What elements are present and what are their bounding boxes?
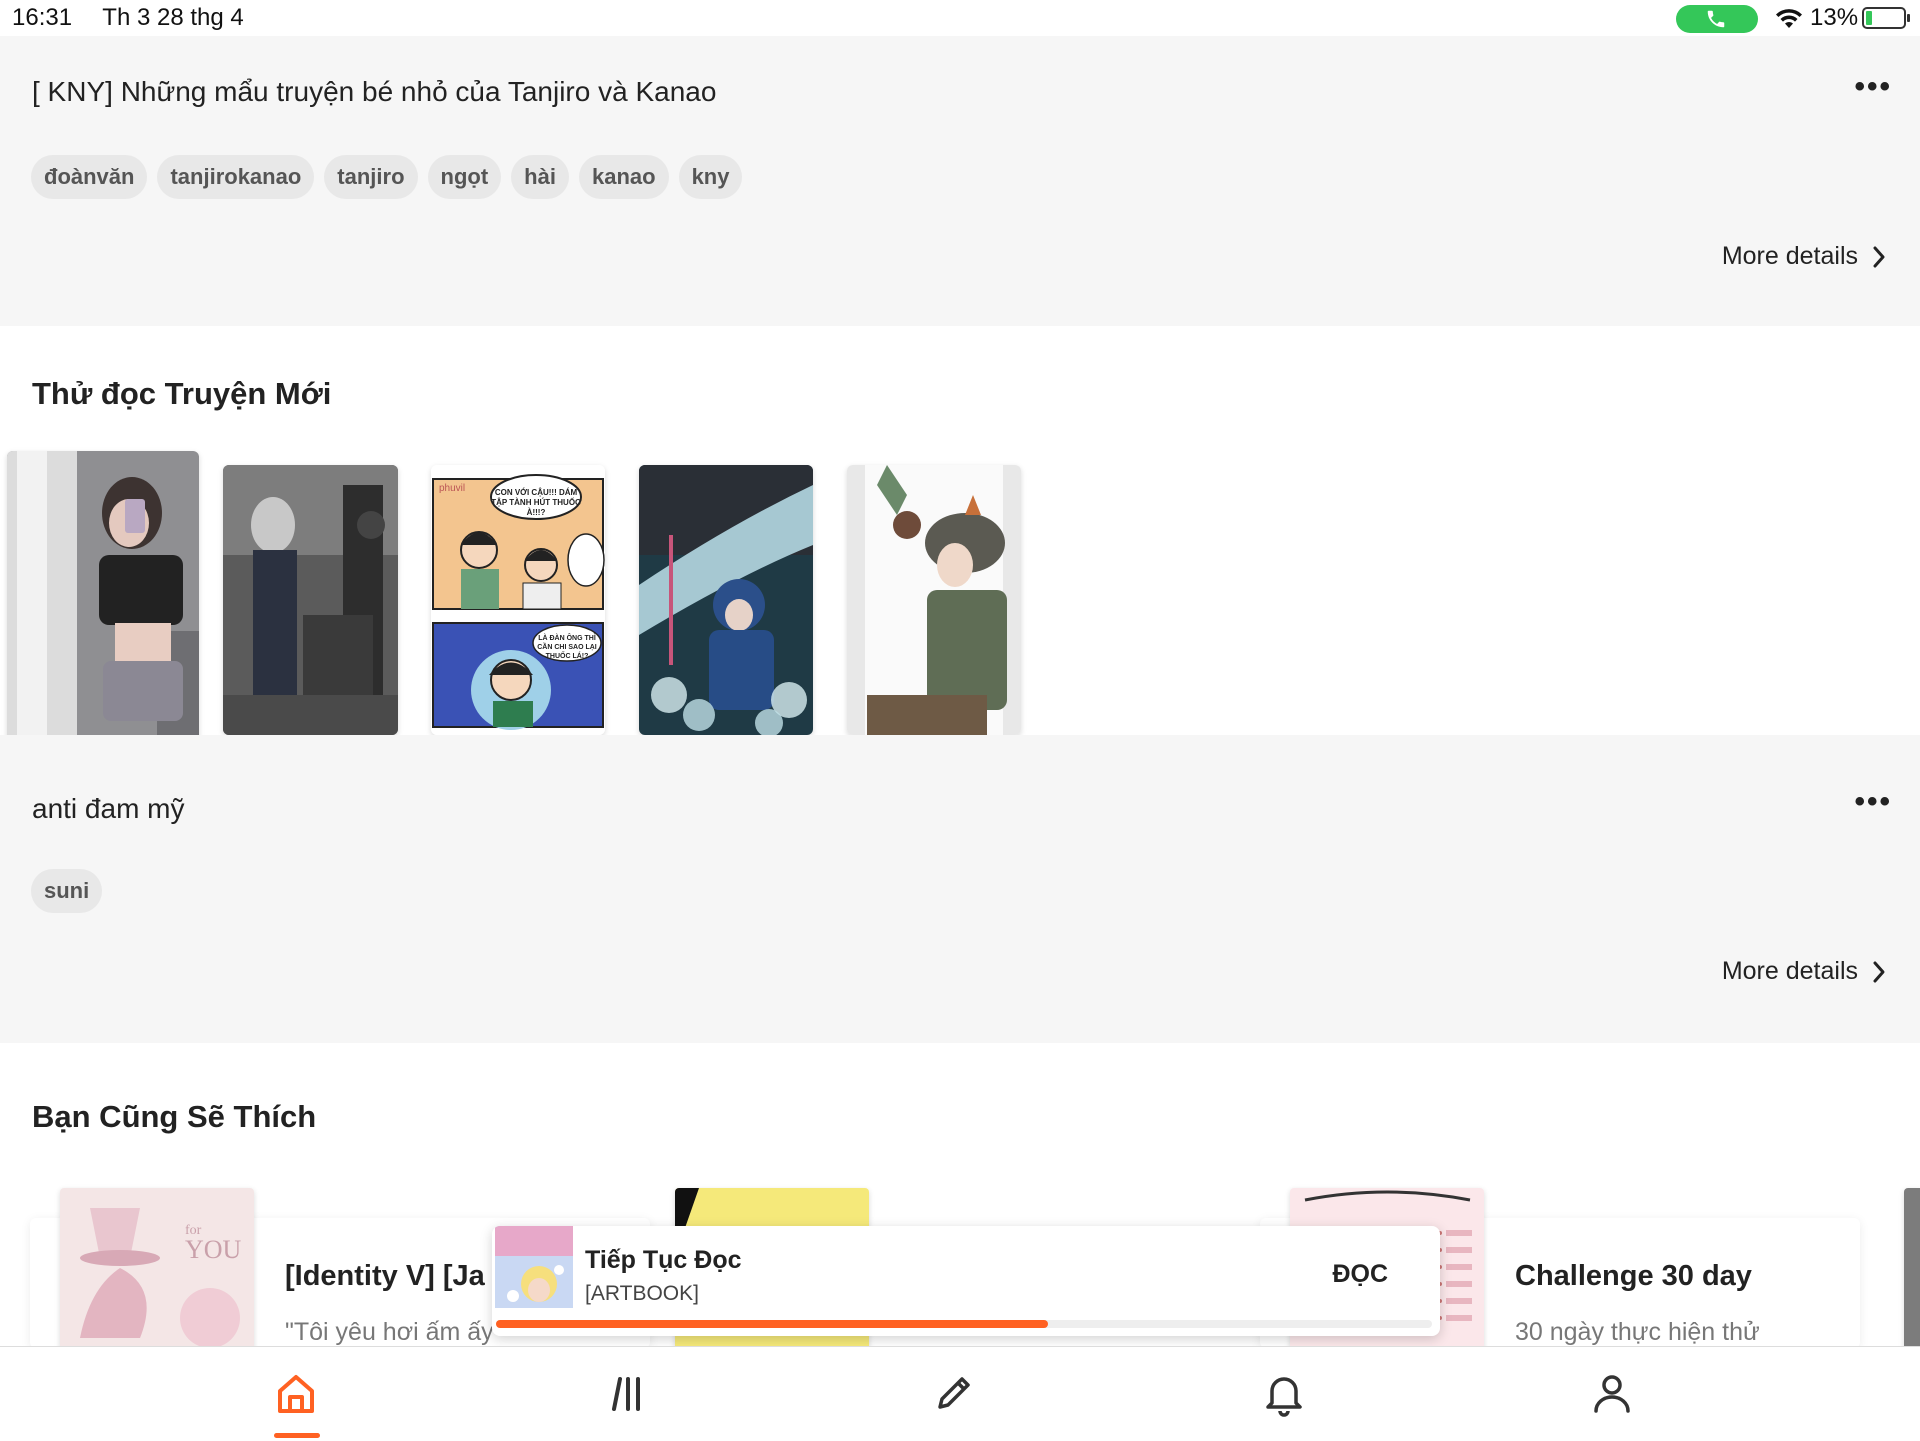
tab-profile[interactable] [1588, 1369, 1636, 1417]
continue-cover [495, 1226, 573, 1314]
cover-image [1904, 1188, 1920, 1348]
cover-image: CON VỚI CẬU!!! DÁM TẬP TÀNH HÚT THUỐC À!… [431, 465, 605, 735]
tag[interactable]: suni [31, 869, 103, 913]
story-cover[interactable]: CON VỚI CẬU!!! DÁM TẬP TÀNH HÚT THUỐC À!… [431, 465, 605, 735]
tag[interactable]: tanjiro [324, 155, 418, 199]
cover-image [847, 465, 1021, 735]
story-cover[interactable] [7, 451, 199, 747]
tab-home[interactable] [272, 1369, 320, 1417]
profile-icon [1594, 1375, 1630, 1413]
chevron-right-icon [1873, 961, 1885, 982]
battery-icon [1862, 7, 1910, 29]
more-details-link[interactable]: More details [1722, 242, 1886, 271]
tag-list: suni [31, 869, 103, 913]
story-cover[interactable]: YOU for [60, 1188, 254, 1348]
tab-notifications[interactable] [1260, 1369, 1308, 1417]
more-details-label: More details [1721, 242, 1858, 270]
tag[interactable]: đoànvăn [31, 155, 148, 199]
tab-library[interactable] [602, 1369, 650, 1417]
reading-progress-track [496, 1320, 1432, 1328]
svg-text:LÀ ĐÀN ÔNG THÌ: LÀ ĐÀN ÔNG THÌ [538, 633, 596, 642]
svg-text:CON VỚI CẬU!!! DÁM: CON VỚI CẬU!!! DÁM [495, 488, 578, 497]
phone-icon [1707, 10, 1725, 28]
active-tab-indicator [274, 1433, 320, 1438]
svg-text:YOU: YOU [185, 1235, 242, 1264]
recommend-title: [Identity V] [Ja [285, 1260, 485, 1292]
tag[interactable]: kny [678, 155, 743, 199]
tag[interactable]: kanao [578, 155, 669, 199]
bottom-tab-bar [0, 1346, 1920, 1441]
reading-progress-fill [496, 1320, 1049, 1328]
more-options-icon[interactable]: ••• [1854, 785, 1892, 819]
story-cover[interactable] [223, 465, 398, 735]
section-title-recommend: Bạn Cũng Sẽ Thích [32, 1099, 317, 1134]
tag-list: đoànvăn tanjirokanao tanjiro ngọt hài ka… [31, 155, 743, 199]
story-title[interactable]: anti đam mỹ [32, 793, 185, 825]
status-left: 16:31 Th 3 28 thg 4 [12, 4, 268, 32]
story-title[interactable]: [ KNY] Những mẩu truyện bé nhỏ của Tanji… [32, 76, 716, 108]
chevron-right-icon [1873, 246, 1885, 267]
battery-percent: 13% [1810, 4, 1859, 31]
home-icon [278, 1375, 314, 1413]
tag[interactable]: ngọt [427, 155, 502, 199]
more-options-icon[interactable]: ••• [1854, 70, 1892, 104]
svg-text:TẬP TÀNH HÚT THUỐC: TẬP TÀNH HÚT THUỐC [491, 497, 581, 507]
cover-image [223, 465, 398, 735]
story-cover[interactable] [639, 465, 813, 735]
wifi-icon [1776, 9, 1802, 28]
cover-image [7, 451, 199, 747]
status-bar: 16:31 Th 3 28 thg 4 13% [0, 0, 1920, 36]
continue-subtitle: [ARTBOOK] [585, 1282, 699, 1305]
tab-write[interactable] [930, 1369, 978, 1417]
section-title-new-stories: Thử đọc Truyện Mới [32, 376, 332, 411]
status-time: 16:31 [12, 4, 73, 31]
read-button[interactable]: ĐỌC [1332, 1260, 1388, 1289]
cover-image [495, 1226, 573, 1308]
story-card-kny[interactable]: [ KNY] Những mẩu truyện bé nhỏ của Tanji… [0, 36, 1920, 326]
cover-image: YOU for [60, 1188, 254, 1348]
continue-title: Tiếp Tục Đọc [585, 1246, 742, 1274]
svg-text:phuvil: phuvil [439, 483, 465, 494]
tag[interactable]: hài [511, 155, 569, 199]
story-card-anti[interactable]: anti đam mỹ ••• suni More details [0, 735, 1920, 1043]
story-cover[interactable] [1904, 1188, 1920, 1348]
write-icon [938, 1377, 970, 1409]
svg-text:for: for [185, 1223, 202, 1238]
recommend-desc: 30 ngày thực hiện thử [1515, 1318, 1760, 1346]
status-date: Th 3 28 thg 4 [102, 4, 244, 31]
more-details-link[interactable]: More details [1722, 957, 1886, 986]
more-details-label: More details [1721, 957, 1858, 985]
story-cover[interactable] [847, 465, 1021, 735]
tag[interactable]: tanjirokanao [157, 155, 315, 199]
svg-text:À!!!?: À!!!? [527, 508, 546, 517]
notifications-icon [1266, 1377, 1302, 1417]
continue-reading-bar[interactable]: Tiếp Tục Đọc [ARTBOOK] ĐỌC [492, 1226, 1440, 1336]
active-call-indicator[interactable] [1676, 5, 1758, 33]
recommend-title: Challenge 30 day [1515, 1260, 1752, 1292]
library-icon [612, 1377, 640, 1411]
recommend-desc: "Tôi yêu hơi ấm ấy [285, 1318, 494, 1346]
cover-image [639, 465, 813, 735]
